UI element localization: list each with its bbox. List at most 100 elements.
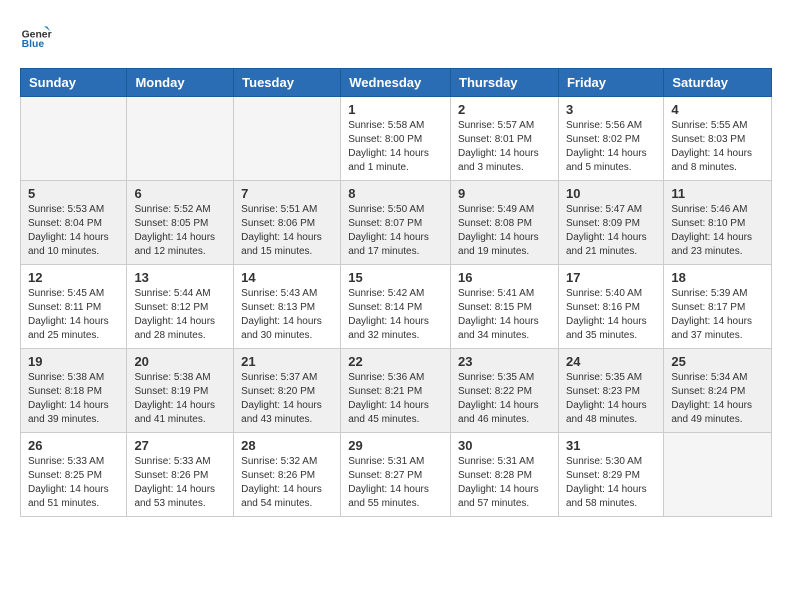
day-number: 21 bbox=[241, 354, 333, 369]
day-number: 18 bbox=[671, 270, 764, 285]
day-number: 2 bbox=[458, 102, 551, 117]
day-info: Sunrise: 5:45 AM Sunset: 8:11 PM Dayligh… bbox=[28, 287, 119, 343]
day-number: 17 bbox=[566, 270, 656, 285]
day-info: Sunrise: 5:30 AM Sunset: 8:29 PM Dayligh… bbox=[566, 455, 656, 511]
day-info: Sunrise: 5:35 AM Sunset: 8:22 PM Dayligh… bbox=[458, 371, 551, 427]
day-number: 7 bbox=[241, 186, 333, 201]
day-info: Sunrise: 5:49 AM Sunset: 8:08 PM Dayligh… bbox=[458, 203, 551, 259]
calendar-cell bbox=[127, 97, 234, 181]
day-number: 3 bbox=[566, 102, 656, 117]
logo-icon: General Blue bbox=[20, 20, 52, 52]
day-info: Sunrise: 5:53 AM Sunset: 8:04 PM Dayligh… bbox=[28, 203, 119, 259]
calendar-cell: 31 Sunrise: 5:30 AM Sunset: 8:29 PM Dayli… bbox=[558, 433, 663, 517]
day-of-week-header: Tuesday bbox=[234, 69, 341, 97]
calendar-cell: 6 Sunrise: 5:52 AM Sunset: 8:05 PM Daylig… bbox=[127, 181, 234, 265]
calendar-cell: 16Sunrise: 5:41 AM Sunset: 8:15 PM Dayli… bbox=[451, 265, 559, 349]
day-number: 14 bbox=[241, 270, 333, 285]
day-info: Sunrise: 5:39 AM Sunset: 8:17 PM Dayligh… bbox=[671, 287, 764, 343]
day-info: Sunrise: 5:33 AM Sunset: 8:25 PM Dayligh… bbox=[28, 455, 119, 511]
calendar-cell: 9 Sunrise: 5:49 AM Sunset: 8:08 PM Daylig… bbox=[451, 181, 559, 265]
calendar-cell: 4 Sunrise: 5:55 AM Sunset: 8:03 PM Daylig… bbox=[664, 97, 772, 181]
day-info: Sunrise: 5:38 AM Sunset: 8:19 PM Dayligh… bbox=[134, 371, 226, 427]
calendar-cell: 2 Sunrise: 5:57 AM Sunset: 8:01 PM Daylig… bbox=[451, 97, 559, 181]
day-info: Sunrise: 5:40 AM Sunset: 8:16 PM Dayligh… bbox=[566, 287, 656, 343]
day-number: 5 bbox=[28, 186, 119, 201]
day-of-week-header: Thursday bbox=[451, 69, 559, 97]
day-of-week-header: Wednesday bbox=[341, 69, 451, 97]
calendar-week-row: 26 Sunrise: 5:33 AM Sunset: 8:25 PM Dayli… bbox=[21, 433, 772, 517]
calendar-cell: 3 Sunrise: 5:56 AM Sunset: 8:02 PM Daylig… bbox=[558, 97, 663, 181]
day-number: 19 bbox=[28, 354, 119, 369]
day-number: 25 bbox=[671, 354, 764, 369]
calendar-cell: 1 Sunrise: 5:58 AM Sunset: 8:00 PM Daylig… bbox=[341, 97, 451, 181]
day-info: Sunrise: 5:31 AM Sunset: 8:27 PM Dayligh… bbox=[348, 455, 443, 511]
day-number: 8 bbox=[348, 186, 443, 201]
day-number: 23 bbox=[458, 354, 551, 369]
calendar-cell: 21 Sunrise: 5:37 AM Sunset: 8:20 PM Dayli… bbox=[234, 349, 341, 433]
calendar-cell: 30 Sunrise: 5:31 AM Sunset: 8:28 PM Dayli… bbox=[451, 433, 559, 517]
day-number: 29 bbox=[348, 438, 443, 453]
calendar-cell: 14 Sunrise: 5:43 AM Sunset: 8:13 PM Dayli… bbox=[234, 265, 341, 349]
day-number: 28 bbox=[241, 438, 333, 453]
day-number: 6 bbox=[134, 186, 226, 201]
day-number: 9 bbox=[458, 186, 551, 201]
day-info: Sunrise: 5:44 AM Sunset: 8:12 PM Dayligh… bbox=[134, 287, 226, 343]
day-info: Sunrise: 5:47 AM Sunset: 8:09 PM Dayligh… bbox=[566, 203, 656, 259]
day-info: Sunrise: 5:38 AM Sunset: 8:18 PM Dayligh… bbox=[28, 371, 119, 427]
calendar-cell: 11Sunrise: 5:46 AM Sunset: 8:10 PM Dayli… bbox=[664, 181, 772, 265]
calendar-week-row: 1 Sunrise: 5:58 AM Sunset: 8:00 PM Daylig… bbox=[21, 97, 772, 181]
day-info: Sunrise: 5:58 AM Sunset: 8:00 PM Dayligh… bbox=[348, 119, 443, 175]
day-info: Sunrise: 5:32 AM Sunset: 8:26 PM Dayligh… bbox=[241, 455, 333, 511]
day-of-week-header: Saturday bbox=[664, 69, 772, 97]
day-number: 13 bbox=[134, 270, 226, 285]
day-info: Sunrise: 5:43 AM Sunset: 8:13 PM Dayligh… bbox=[241, 287, 333, 343]
day-number: 1 bbox=[348, 102, 443, 117]
day-of-week-header: Sunday bbox=[21, 69, 127, 97]
day-info: Sunrise: 5:37 AM Sunset: 8:20 PM Dayligh… bbox=[241, 371, 333, 427]
calendar-cell: 22 Sunrise: 5:36 AM Sunset: 8:21 PM Dayli… bbox=[341, 349, 451, 433]
calendar-cell: 17 Sunrise: 5:40 AM Sunset: 8:16 PM Dayli… bbox=[558, 265, 663, 349]
day-number: 30 bbox=[458, 438, 551, 453]
day-number: 24 bbox=[566, 354, 656, 369]
day-number: 22 bbox=[348, 354, 443, 369]
calendar-cell bbox=[21, 97, 127, 181]
day-number: 10 bbox=[566, 186, 656, 201]
day-number: 31 bbox=[566, 438, 656, 453]
day-of-week-header: Friday bbox=[558, 69, 663, 97]
day-info: Sunrise: 5:42 AM Sunset: 8:14 PM Dayligh… bbox=[348, 287, 443, 343]
day-info: Sunrise: 5:57 AM Sunset: 8:01 PM Dayligh… bbox=[458, 119, 551, 175]
day-number: 15 bbox=[348, 270, 443, 285]
calendar-week-row: 5 Sunrise: 5:53 AM Sunset: 8:04 PM Daylig… bbox=[21, 181, 772, 265]
day-info: Sunrise: 5:35 AM Sunset: 8:23 PM Dayligh… bbox=[566, 371, 656, 427]
day-number: 27 bbox=[134, 438, 226, 453]
day-of-week-header: Monday bbox=[127, 69, 234, 97]
day-info: Sunrise: 5:33 AM Sunset: 8:26 PM Dayligh… bbox=[134, 455, 226, 511]
day-info: Sunrise: 5:31 AM Sunset: 8:28 PM Dayligh… bbox=[458, 455, 551, 511]
day-info: Sunrise: 5:50 AM Sunset: 8:07 PM Dayligh… bbox=[348, 203, 443, 259]
day-number: 4 bbox=[671, 102, 764, 117]
calendar-cell: 7 Sunrise: 5:51 AM Sunset: 8:06 PM Daylig… bbox=[234, 181, 341, 265]
day-info: Sunrise: 5:46 AM Sunset: 8:10 PM Dayligh… bbox=[671, 203, 764, 259]
day-info: Sunrise: 5:55 AM Sunset: 8:03 PM Dayligh… bbox=[671, 119, 764, 175]
calendar-cell: 19 Sunrise: 5:38 AM Sunset: 8:18 PM Dayli… bbox=[21, 349, 127, 433]
calendar-cell: 5 Sunrise: 5:53 AM Sunset: 8:04 PM Daylig… bbox=[21, 181, 127, 265]
calendar-cell: 13 Sunrise: 5:44 AM Sunset: 8:12 PM Dayli… bbox=[127, 265, 234, 349]
calendar-cell: 24 Sunrise: 5:35 AM Sunset: 8:23 PM Dayli… bbox=[558, 349, 663, 433]
calendar-cell: 29 Sunrise: 5:31 AM Sunset: 8:27 PM Dayli… bbox=[341, 433, 451, 517]
day-number: 20 bbox=[134, 354, 226, 369]
logo: General Blue bbox=[20, 20, 52, 52]
day-info: Sunrise: 5:36 AM Sunset: 8:21 PM Dayligh… bbox=[348, 371, 443, 427]
calendar-cell: 20 Sunrise: 5:38 AM Sunset: 8:19 PM Dayli… bbox=[127, 349, 234, 433]
calendar-cell: 28 Sunrise: 5:32 AM Sunset: 8:26 PM Dayli… bbox=[234, 433, 341, 517]
day-number: 26 bbox=[28, 438, 119, 453]
calendar-cell: 8 Sunrise: 5:50 AM Sunset: 8:07 PM Daylig… bbox=[341, 181, 451, 265]
calendar-week-row: 12 Sunrise: 5:45 AM Sunset: 8:11 PM Dayli… bbox=[21, 265, 772, 349]
day-number: 16 bbox=[458, 270, 551, 285]
day-info: Sunrise: 5:56 AM Sunset: 8:02 PM Dayligh… bbox=[566, 119, 656, 175]
calendar-cell: 25Sunrise: 5:34 AM Sunset: 8:24 PM Dayli… bbox=[664, 349, 772, 433]
day-info: Sunrise: 5:52 AM Sunset: 8:05 PM Dayligh… bbox=[134, 203, 226, 259]
day-number: 12 bbox=[28, 270, 119, 285]
calendar-cell bbox=[234, 97, 341, 181]
day-info: Sunrise: 5:51 AM Sunset: 8:06 PM Dayligh… bbox=[241, 203, 333, 259]
calendar-table: SundayMondayTuesdayWednesdayThursdayFrid… bbox=[20, 68, 772, 517]
